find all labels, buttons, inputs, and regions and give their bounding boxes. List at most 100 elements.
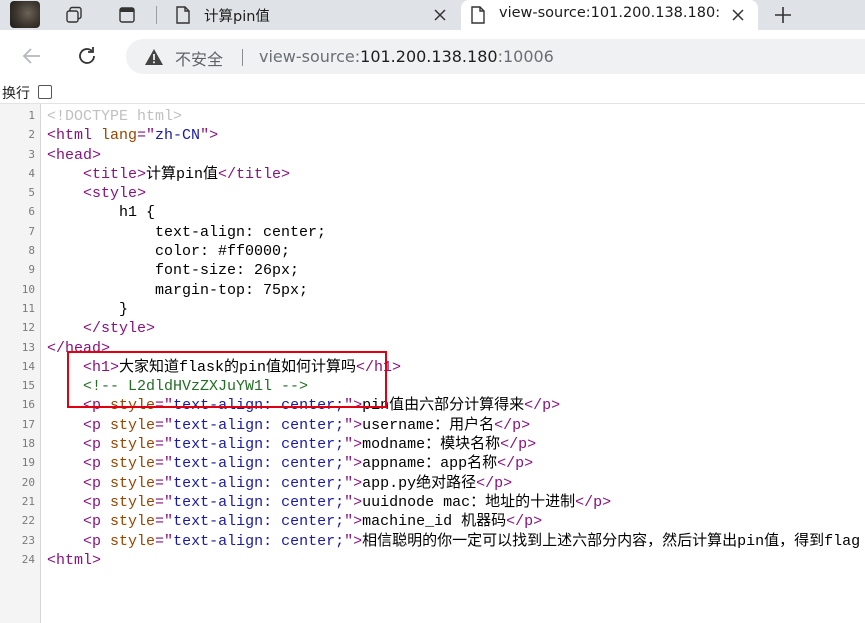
code-token: "> (200, 127, 219, 145)
line-number: 15 (21, 379, 35, 393)
code-token: style (110, 416, 156, 434)
line-number: 19 (21, 456, 35, 470)
code-token: appname：app名称 (362, 455, 498, 473)
code-token: zh-CN (155, 127, 201, 145)
code-token: text-align: center; (173, 513, 345, 531)
line-number: 7 (28, 224, 35, 238)
close-icon[interactable] (730, 7, 746, 23)
source-line: 2 <html lang="zh-CN"> (0, 126, 865, 145)
code-token: style (110, 513, 156, 531)
code-token: text-align: center; (173, 416, 345, 434)
code-token: <style> (83, 185, 147, 203)
url-scheme: view-source: (259, 47, 361, 66)
url-host: 101.200.138.180 (360, 47, 498, 66)
code-token: <p (83, 513, 111, 531)
line-content: <!DOCTYPE html> (47, 107, 182, 126)
workspaces-icon[interactable] (57, 0, 91, 30)
line-content: font-size: 26px; (47, 261, 299, 280)
code-token: =" (155, 455, 174, 473)
code-token: app.py绝对路径 (362, 474, 477, 492)
source-line: 5 <style> (0, 184, 865, 203)
line-content: margin-top: 75px; (47, 281, 308, 300)
line-number: 2 (28, 128, 35, 142)
page-icon (470, 6, 486, 24)
line-number: 21 (21, 494, 35, 508)
source-code: 1 <!DOCTYPE html> 2 <html lang="zh-CN"> 3 <he… (0, 107, 865, 570)
code-token: <p (83, 436, 111, 454)
profile-avatar[interactable] (10, 1, 40, 28)
page-icon (175, 6, 191, 24)
code-token: 相信聪明的你一定可以找到上述六部分内容，然后计算出pin值，得到flag (362, 532, 861, 550)
back-arrow-icon (22, 48, 40, 64)
url-text[interactable]: view-source:101.200.138.180:10006 (259, 47, 554, 66)
code-token: "> (344, 513, 363, 531)
code-token: =" (137, 127, 156, 145)
source-line: 1 <!DOCTYPE html> (0, 107, 865, 126)
line-number: 14 (21, 359, 35, 373)
code-token: margin-top: 75px; (47, 281, 309, 299)
code-token: <html> (47, 551, 102, 569)
line-wrap-checkbox[interactable] (38, 85, 52, 99)
code-token: style (110, 493, 156, 511)
security-label[interactable]: 不安全 (175, 46, 223, 70)
line-number: 11 (21, 301, 35, 315)
new-tab-button[interactable] (768, 0, 798, 30)
source-line: 9 font-size: 26px; (0, 261, 865, 280)
tab-title: view-source:101.200.138.180:100 (499, 5, 719, 21)
line-content: <p style="text-align: center;">appname：a… (47, 454, 533, 473)
line-number: 12 (21, 321, 35, 335)
back-button[interactable] (18, 42, 46, 70)
code-token: "> (344, 436, 363, 454)
code-token: <head> (47, 146, 102, 164)
tab-divider (156, 6, 157, 24)
url-port: :10006 (497, 47, 554, 66)
divider (242, 49, 243, 66)
highlight-box (67, 351, 387, 408)
code-token: "> (344, 474, 363, 492)
line-content: <html> (47, 551, 101, 570)
tab-view-source[interactable]: view-source:101.200.138.180:100 (461, 0, 758, 30)
code-token: =" (155, 493, 174, 511)
code-token: style (110, 532, 156, 550)
code-token: modname：模块名称 (362, 436, 501, 454)
reload-button[interactable] (73, 42, 101, 70)
line-content: text-align: center; (47, 223, 326, 242)
line-number: 23 (21, 533, 35, 547)
source-line: 6 h1 { (0, 203, 865, 222)
warning-icon[interactable] (144, 48, 164, 66)
line-content: <p style="text-align: center;">app.py绝对路… (47, 474, 512, 493)
code-token: </style> (83, 320, 156, 338)
code-token: =" (155, 416, 174, 434)
code-token: =" (155, 532, 174, 550)
line-number: 20 (21, 475, 35, 489)
source-line: 8 color: #ff0000; (0, 242, 865, 261)
line-number: 22 (21, 514, 35, 528)
code-token: lang (101, 127, 138, 145)
address-bar[interactable]: 不安全 view-source:101.200.138.180:10006 (126, 39, 865, 74)
code-token: <html (47, 127, 102, 145)
source-line: 22 <p style="text-align: center;">machin… (0, 512, 865, 531)
source-line: 11 } (0, 300, 865, 319)
code-token: } (47, 300, 129, 318)
code-token: text-align: center; (47, 223, 327, 241)
source-line: 19 <p style="text-align: center;">appnam… (0, 454, 865, 473)
close-icon[interactable] (432, 7, 448, 23)
code-token: </p> (497, 455, 534, 473)
code-token: "> (344, 416, 363, 434)
code-token: </p> (506, 513, 543, 531)
line-content: color: #ff0000; (47, 242, 290, 261)
line-content: <p style="text-align: center;">modname：模… (47, 435, 536, 454)
line-content: <html lang="zh-CN"> (47, 126, 218, 145)
tab-pin[interactable]: 计算pin值 (166, 0, 460, 30)
tab-actions-icon[interactable] (110, 0, 144, 30)
code-token: uuidnode mac：地址的十进制 (362, 493, 576, 511)
code-token: </p> (524, 397, 561, 415)
code-token: =" (155, 474, 174, 492)
source-line: 4 <title>计算pin值</title> (0, 165, 865, 184)
